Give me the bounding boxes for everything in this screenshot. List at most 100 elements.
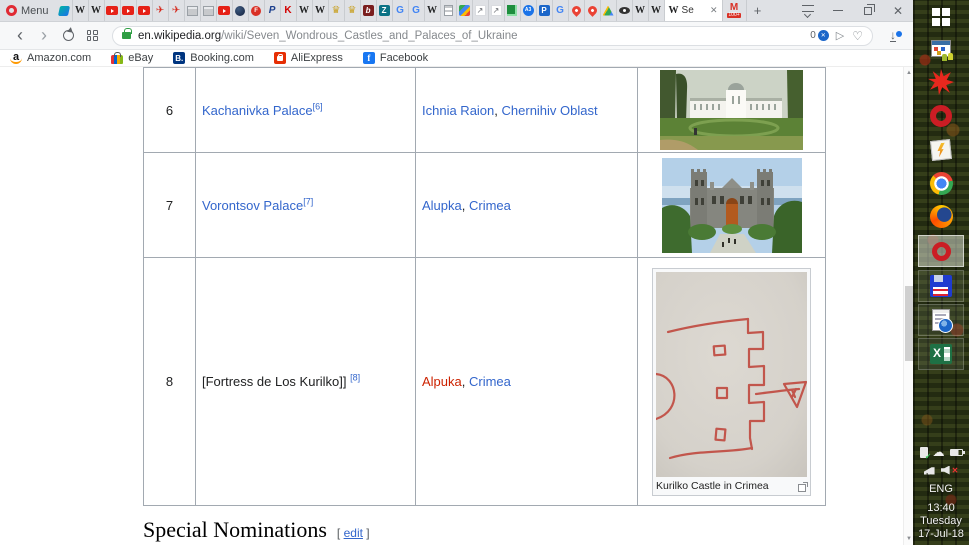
tab-google[interactable]: G	[409, 0, 425, 21]
tab-sphere-red[interactable]: F	[249, 0, 265, 21]
tab-flow[interactable]	[57, 0, 73, 21]
scroll-up-icon[interactable]	[904, 67, 913, 79]
tab-pin-red[interactable]	[585, 0, 601, 21]
clock-date[interactable]: 17-Jul-18	[913, 528, 969, 540]
bookmark-heart-icon[interactable]	[852, 29, 863, 43]
tab-chart-line[interactable]	[473, 0, 489, 21]
tab-p-blue[interactable]: P	[537, 0, 553, 21]
tab-wikipedia[interactable]: W	[73, 0, 89, 21]
reference-link[interactable]: [8]	[350, 373, 360, 383]
speaker-icon[interactable]	[941, 466, 950, 475]
tab-wikipedia[interactable]: W	[425, 0, 441, 21]
downloads-button[interactable]	[881, 29, 905, 43]
tab-wikipedia[interactable]: W	[89, 0, 105, 21]
clock-time[interactable]: 13:40	[913, 502, 969, 514]
tab-a3-blue[interactable]: A3	[521, 0, 537, 21]
tab-doc-gray[interactable]	[441, 0, 457, 21]
adblocker-badge[interactable]: 0	[810, 30, 829, 41]
restore-button[interactable]	[853, 0, 883, 21]
tab-pin-red[interactable]	[569, 0, 585, 21]
opera-menu-button[interactable]: Menu	[0, 0, 57, 21]
speed-dial-button[interactable]	[80, 30, 104, 41]
tab-youtube[interactable]	[137, 0, 153, 21]
network-signal-icon[interactable]	[924, 466, 936, 475]
tab-k-red[interactable]: K	[281, 0, 297, 21]
location-redlink[interactable]: Alpuka	[422, 374, 462, 389]
bookmark-facebook[interactable]: fFacebook	[363, 52, 428, 64]
vertical-scrollbar[interactable]	[903, 67, 913, 545]
new-tab-button[interactable]	[747, 0, 769, 21]
location-link[interactable]: Ichnia Raion	[422, 103, 494, 118]
tab-maps-color[interactable]	[457, 0, 473, 21]
tab-youtube[interactable]	[121, 0, 137, 21]
url-input[interactable]: en.wikipedia.org /wiki/Seven_Wondrous_Ca…	[112, 26, 873, 46]
usb-safely-remove-icon[interactable]	[920, 447, 928, 458]
tab-crown-gold[interactable]	[345, 0, 361, 21]
scrollbar-thumb[interactable]	[905, 286, 913, 361]
bookmark-amazon-com[interactable]: aAmazon.com	[10, 52, 91, 64]
kurilko-sketch[interactable]	[656, 272, 807, 477]
tab-wikipedia[interactable]: W	[649, 0, 665, 21]
vorontsov-photo[interactable]	[662, 158, 802, 253]
bookmark-aliexpress[interactable]: AliExpress	[274, 52, 343, 64]
taskbar-app-chrome[interactable]	[913, 168, 969, 199]
taskbar-app-winamp[interactable]	[913, 134, 969, 166]
tab-youtube[interactable]	[105, 0, 121, 21]
bookmark-booking-com[interactable]: B.Booking.com	[173, 52, 254, 64]
clock-weekday[interactable]: Tuesday	[913, 515, 969, 527]
tab-sphere-navy[interactable]	[233, 0, 249, 21]
tab-wikipedia[interactable]: W	[633, 0, 649, 21]
bookmark-ebay[interactable]: eBay	[111, 52, 153, 64]
onedrive-cloud-icon[interactable]	[933, 446, 945, 458]
castle-name-link[interactable]: Kachanivka Palace	[202, 103, 313, 118]
location-link[interactable]: Alupka	[422, 198, 462, 213]
close-tab-icon[interactable]	[710, 5, 718, 16]
taskbar-app-splat[interactable]	[913, 66, 969, 98]
tab-google[interactable]: G	[393, 0, 409, 21]
tab-wikipedia[interactable]: W	[297, 0, 313, 21]
taskbar-app-document[interactable]	[918, 304, 964, 336]
location-link[interactable]: Crimea	[469, 374, 511, 389]
send-to-flow-icon[interactable]	[836, 29, 844, 42]
tab-chart-line[interactable]	[489, 0, 505, 21]
tab-youtube[interactable]	[217, 0, 233, 21]
back-button[interactable]	[8, 28, 32, 42]
location-link[interactable]: Chernihiv Oblast	[502, 103, 598, 118]
taskbar-app-window[interactable]	[913, 33, 969, 63]
tab-jp-blue[interactable]: P	[265, 0, 281, 21]
kachanivka-photo[interactable]	[660, 70, 803, 150]
tab-google[interactable]: G	[553, 0, 569, 21]
pinned-gmail-tab[interactable]: M 100+	[723, 0, 747, 21]
secure-lock-icon[interactable]	[122, 32, 131, 39]
tab-aeroflot[interactable]	[153, 0, 169, 21]
taskbar-app-opera-active[interactable]	[918, 235, 964, 267]
tab-aeroflot[interactable]	[169, 0, 185, 21]
close-window-button[interactable]	[883, 0, 913, 21]
reference-link[interactable]: [7]	[303, 196, 313, 206]
tab-eye-dark[interactable]	[617, 0, 633, 21]
tab-drive-color[interactable]	[601, 0, 617, 21]
taskbar-app-opera[interactable]	[913, 100, 969, 132]
castle-name-link[interactable]: Vorontsov Palace	[202, 198, 303, 213]
tab-search-button[interactable]	[793, 0, 823, 21]
tab-sheet-green[interactable]	[505, 0, 521, 21]
taskbar-app-firefox[interactable]	[913, 201, 969, 232]
tab-crown-gold[interactable]	[329, 0, 345, 21]
enlarge-icon[interactable]	[798, 484, 806, 492]
tab-wikipedia[interactable]: W	[313, 0, 329, 21]
edit-link[interactable]: edit	[344, 526, 363, 540]
tab-z-teal[interactable]: Z	[377, 0, 393, 21]
minimize-button[interactable]	[823, 0, 853, 21]
taskbar-app-floppy[interactable]	[918, 270, 964, 302]
active-tab[interactable]: W Se	[665, 0, 723, 21]
language-indicator[interactable]: ENG	[913, 483, 969, 495]
scroll-down-icon[interactable]	[904, 533, 913, 545]
reference-link[interactable]: [6]	[313, 101, 323, 111]
battery-icon[interactable]	[950, 449, 963, 456]
reload-button[interactable]	[56, 30, 80, 41]
start-button[interactable]	[913, 4, 969, 30]
tab-app-gray[interactable]	[201, 0, 217, 21]
location-link[interactable]: Crimea	[469, 198, 511, 213]
tab-app-gray[interactable]	[185, 0, 201, 21]
taskbar-app-excel[interactable]	[918, 338, 964, 370]
